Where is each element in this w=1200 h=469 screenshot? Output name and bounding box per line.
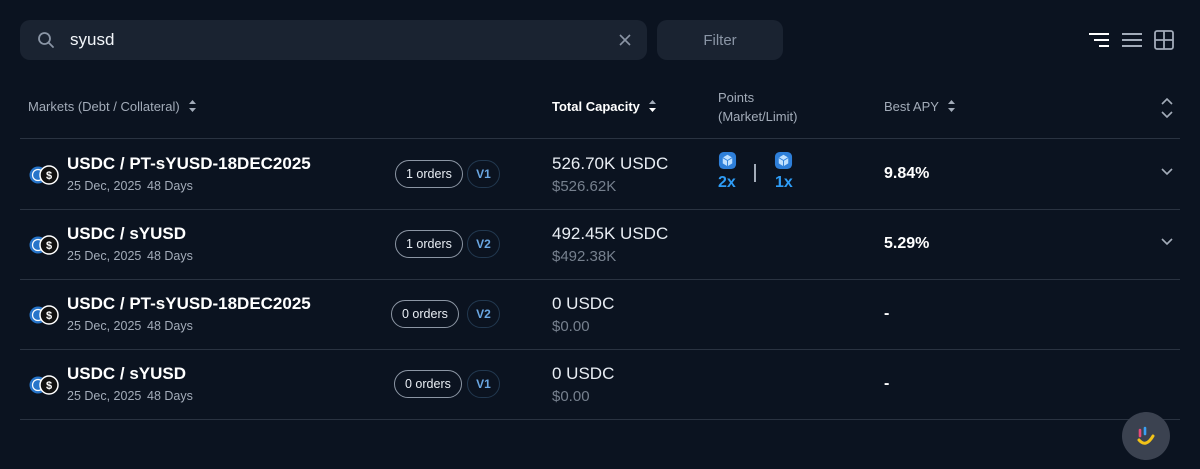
capacity-usd: $526.62K: [552, 178, 617, 195]
compact-list-icon[interactable]: [1088, 30, 1110, 50]
capacity-usd: $0.00: [552, 388, 590, 405]
orders-button[interactable]: 1 orders: [395, 230, 463, 258]
capacity-amount: 526.70K USDC: [552, 154, 669, 173]
maturity-date: 25 Dec, 2025: [67, 179, 142, 193]
market-name: USDC / sYUSD: [67, 364, 187, 383]
market-name: USDC / sYUSD: [67, 224, 187, 243]
divider: [20, 419, 1180, 420]
search-icon: [38, 32, 54, 48]
chevron-down-icon[interactable]: [1161, 168, 1173, 176]
expand-all-icon[interactable]: [1160, 96, 1174, 120]
maturity-date: 25 Dec, 2025: [67, 249, 142, 263]
header-capacity-label: Total Capacity: [552, 98, 640, 114]
table-row[interactable]: $ USDC / sYUSD 25 Dec, 2025 48 Days 0 or…: [20, 349, 1180, 419]
svg-text:$: $: [46, 240, 52, 252]
best-apy: -: [884, 375, 890, 392]
header-points-label: Points: [718, 90, 755, 105]
version-badge: V2: [467, 300, 500, 328]
header-apy[interactable]: Best APY: [884, 98, 956, 114]
header-apy-label: Best APY: [884, 98, 939, 114]
days-remaining: 48 Days: [147, 179, 193, 193]
maturity-date: 25 Dec, 2025: [67, 319, 142, 333]
version-badge: V1: [467, 370, 500, 398]
table-row[interactable]: $ USDC / sYUSD 25 Dec, 2025 48 Days 1 or…: [20, 209, 1180, 279]
table-header: Markets (Debt / Collateral) Total Capaci…: [20, 88, 1180, 138]
filter-button[interactable]: Filter: [657, 20, 783, 60]
market-name: USDC / PT-sYUSD-18DEC2025: [67, 294, 311, 313]
capacity-amount: 492.45K USDC: [552, 224, 669, 243]
orders-button[interactable]: 0 orders: [391, 300, 459, 328]
token-pair-icon: $: [28, 165, 59, 185]
days-remaining: 48 Days: [147, 249, 193, 263]
maturity-date: 25 Dec, 2025: [67, 389, 142, 403]
close-icon[interactable]: [618, 33, 632, 47]
header-capacity[interactable]: Total Capacity: [552, 98, 657, 114]
header-points: Points (Market/Limit): [718, 90, 797, 124]
svg-text:$: $: [46, 310, 52, 322]
orders-button[interactable]: 1 orders: [395, 160, 463, 188]
sort-icon: [188, 100, 196, 112]
header-markets-label: Markets (Debt / Collateral): [28, 98, 180, 114]
search-box[interactable]: [20, 20, 647, 60]
list-icon[interactable]: [1121, 30, 1143, 50]
capacity-amount: 0 USDC: [552, 294, 615, 313]
orders-button[interactable]: 0 orders: [394, 370, 462, 398]
token-pair-icon: $: [28, 235, 59, 255]
svg-text:$: $: [46, 170, 52, 182]
grid-icon[interactable]: [1153, 30, 1175, 50]
points-market-multiplier: 2x: [718, 174, 736, 191]
header-markets[interactable]: Markets (Debt / Collateral): [28, 98, 197, 114]
table-row[interactable]: $ USDC / PT-sYUSD-18DEC2025 25 Dec, 2025…: [20, 279, 1180, 349]
market-name: USDC / PT-sYUSD-18DEC2025: [67, 154, 311, 173]
svg-text:$: $: [46, 380, 52, 392]
sort-icon: [947, 100, 955, 112]
token-pair-icon: $: [28, 305, 59, 325]
chevron-down-icon[interactable]: [1161, 238, 1173, 246]
best-apy: 5.29%: [884, 235, 930, 252]
best-apy: -: [884, 305, 890, 322]
capacity-amount: 0 USDC: [552, 364, 615, 383]
version-badge: V2: [467, 230, 500, 258]
table-row[interactable]: $ USDC / PT-sYUSD-18DEC2025 25 Dec, 2025…: [20, 139, 1180, 209]
points-cube-icon: [774, 151, 793, 170]
assistant-button[interactable]: [1122, 412, 1170, 460]
days-remaining: 48 Days: [147, 319, 193, 333]
version-badge: V1: [467, 160, 500, 188]
search-input[interactable]: [70, 30, 590, 50]
points-limit-multiplier: 1x: [775, 174, 793, 191]
assistant-icon: [1137, 426, 1155, 445]
best-apy: 9.84%: [884, 165, 930, 182]
days-remaining: 48 Days: [147, 389, 193, 403]
points-cube-icon: [718, 151, 737, 170]
sort-icon: [648, 100, 656, 112]
capacity-usd: $492.38K: [552, 248, 617, 265]
header-points-sublabel: (Market/Limit): [718, 109, 798, 124]
points-separator: [754, 164, 756, 182]
capacity-usd: $0.00: [552, 318, 590, 335]
token-pair-icon: $: [28, 375, 59, 395]
